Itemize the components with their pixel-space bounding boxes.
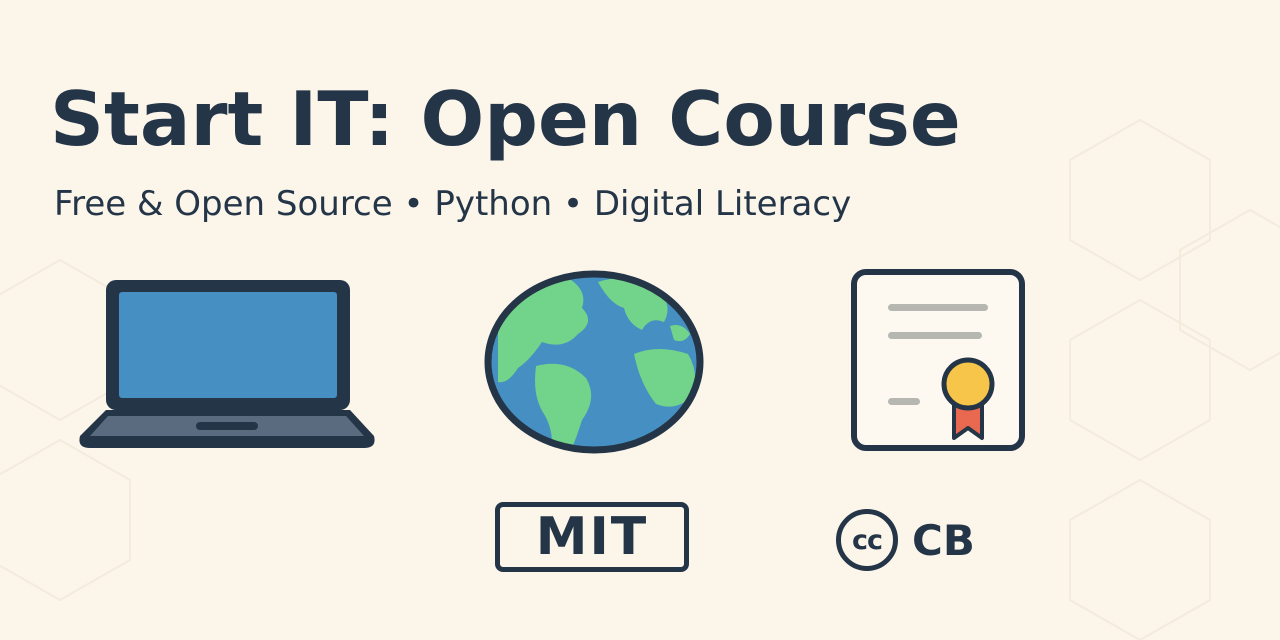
certificate-icon bbox=[851, 269, 1025, 451]
mit-license-label: MIT bbox=[535, 507, 649, 567]
creative-commons-badge: cc CB bbox=[836, 508, 975, 572]
mit-license-badge: MIT bbox=[495, 502, 689, 572]
page-title: Start IT: Open Course bbox=[50, 75, 961, 163]
creative-commons-icon: cc bbox=[836, 509, 898, 571]
laptop-icon bbox=[79, 280, 375, 448]
globe-icon bbox=[484, 270, 704, 454]
page-subtitle: Free & Open Source • Python • Digital Li… bbox=[54, 184, 852, 224]
cc-symbol: cc bbox=[851, 524, 883, 556]
cc-license-label: CB bbox=[912, 515, 975, 565]
